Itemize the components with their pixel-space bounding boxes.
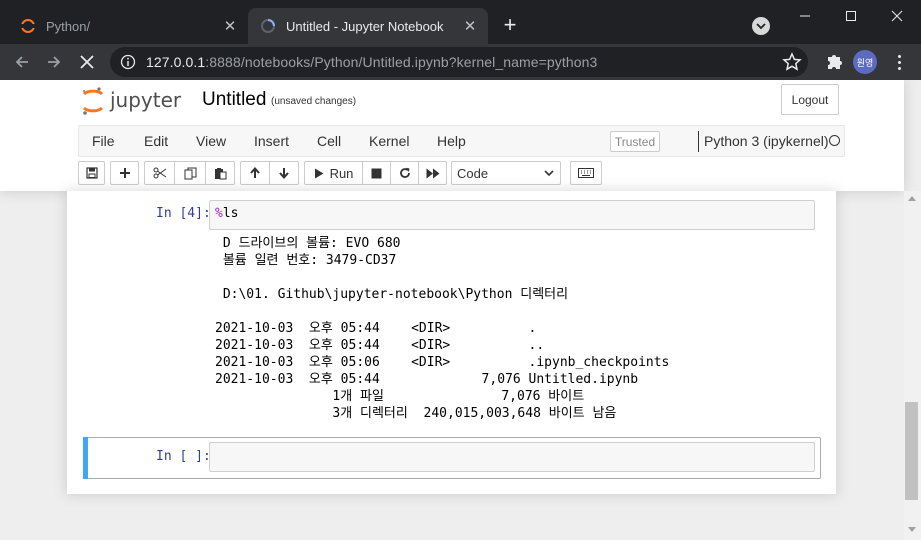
new-tab-icon[interactable]: + [498, 14, 522, 38]
menu-edit[interactable]: Edit [144, 133, 168, 149]
tab-search-icon[interactable] [752, 17, 770, 35]
notebook-title[interactable]: Untitled [202, 89, 266, 111]
profile-avatar[interactable]: 원영 [853, 50, 877, 74]
run-label: Run [329, 165, 354, 181]
tab-python-folder[interactable]: Python/ ✕ [8, 8, 248, 44]
logout-button[interactable]: Logout [781, 84, 839, 115]
code-line: %ls [215, 206, 238, 221]
cut-button[interactable] [145, 162, 175, 184]
cell-type-select[interactable]: Code [451, 161, 561, 185]
command-palette-button[interactable] [570, 161, 602, 185]
output-line: ​ [215, 303, 669, 320]
minimize-icon[interactable] [782, 4, 828, 28]
menu-view[interactable]: View [196, 133, 226, 149]
output-line: 2021-10-03 오후 05:44 7,076 Untitled.ipynb [215, 372, 639, 387]
cell-output: D 드라이브의 볼륨: EVO 680 볼륨 일련 번호: 3479-CD37​… [215, 235, 669, 422]
magic-prefix: % [215, 206, 223, 221]
stop-loading-icon[interactable] [75, 50, 99, 74]
back-icon[interactable] [10, 50, 34, 74]
save-status: (unsaved changes) [271, 96, 357, 107]
output-line: 3개 디렉터리 240,015,003,648 바이트 남음 [215, 406, 617, 421]
interrupt-button[interactable] [363, 162, 391, 184]
stop-icon [371, 168, 382, 178]
notebook-menubar: File Edit View Insert Cell Kernel Help T… [78, 125, 845, 157]
cell-prompt: In [ ]: [156, 449, 211, 464]
browser-tab-bar: Python/ ✕ Untitled - Jupyter Notebook ✕ … [0, 0, 921, 44]
menu-help[interactable]: Help [437, 133, 466, 149]
chevron-down-icon [544, 170, 554, 177]
menu-cell[interactable]: Cell [317, 133, 341, 149]
loading-spinner-icon [261, 19, 275, 33]
output-line: 1개 파일 7,076 바이트 [215, 389, 585, 404]
copy-icon [184, 167, 196, 179]
jupyter-logo-text: jupyter [109, 88, 182, 112]
move-down-button[interactable] [270, 162, 298, 184]
address-bar[interactable]: 127.0.0.1:8888/notebooks/Python/Untitled… [110, 47, 808, 77]
output-line: 볼륨 일련 번호: 3479-CD37 [215, 253, 397, 268]
arrow-up-icon [250, 167, 260, 178]
fast-forward-icon [426, 168, 439, 178]
tab-title: Python/ [46, 18, 91, 34]
scroll-up-icon[interactable] [907, 194, 917, 202]
code-input-area[interactable] [209, 200, 815, 230]
output-line: 2021-10-03 오후 05:06 <DIR> .ipynb_checkpo… [215, 355, 670, 370]
play-icon [314, 168, 324, 178]
paste-button[interactable] [206, 162, 234, 184]
cell-type-value: Code [457, 165, 489, 181]
arrow-down-icon [279, 168, 289, 179]
tab-title: Untitled - Jupyter Notebook [286, 18, 444, 34]
tab-close-icon[interactable]: ✕ [460, 16, 480, 36]
insert-cell-button[interactable] [110, 161, 139, 185]
menu-file[interactable]: File [92, 133, 115, 149]
code-input-area[interactable] [209, 442, 815, 472]
copy-button[interactable] [175, 162, 206, 184]
restart-run-all-button[interactable] [419, 162, 446, 184]
output-line: ​ [215, 269, 669, 286]
extensions-puzzle-icon[interactable] [824, 50, 846, 72]
trusted-indicator[interactable]: Trusted [610, 131, 660, 152]
code-text: ls [222, 206, 239, 221]
kernel-separator [698, 131, 699, 152]
output-line: D:\01. Github\jupyter-notebook\Python 디렉… [215, 287, 569, 302]
tab-close-icon[interactable]: ✕ [220, 16, 240, 36]
keyboard-icon [578, 168, 594, 178]
jupyter-favicon-icon [20, 19, 36, 33]
move-up-button[interactable] [241, 162, 270, 184]
clipboard-button-group [144, 161, 235, 185]
maximize-icon[interactable] [828, 4, 874, 28]
forward-icon[interactable] [42, 50, 66, 74]
menu-kernel[interactable]: Kernel [369, 133, 409, 149]
kernel-name[interactable]: Python 3 (ipykernel) [704, 133, 829, 149]
plus-icon [119, 168, 130, 178]
jupyter-logo-icon[interactable]: jupyter [80, 85, 190, 117]
tab-untitled-notebook[interactable]: Untitled - Jupyter Notebook ✕ [248, 8, 488, 44]
restart-button[interactable] [391, 162, 419, 184]
scroll-down-icon[interactable] [907, 526, 917, 534]
info-icon[interactable] [120, 54, 136, 70]
browser-toolbar: 127.0.0.1:8888/notebooks/Python/Untitled… [0, 44, 921, 80]
save-icon [85, 167, 98, 179]
selected-cell-indicator [83, 437, 88, 479]
browser-menu-icon[interactable] [889, 51, 909, 73]
paste-icon [214, 167, 226, 179]
scissors-icon [153, 167, 166, 179]
output-line: D 드라이브의 볼륨: EVO 680 [215, 236, 401, 251]
menu-insert[interactable]: Insert [254, 133, 289, 149]
bookmark-star-icon[interactable] [782, 52, 802, 72]
run-button-group: Run [304, 161, 447, 185]
url-text: 127.0.0.1:8888/notebooks/Python/Untitled… [146, 54, 598, 70]
jupyter-header: jupyter Untitled (unsaved changes) Logou… [0, 80, 904, 191]
refresh-icon [399, 167, 410, 178]
cell-prompt: In [4]: [156, 206, 211, 221]
run-button[interactable]: Run [305, 162, 363, 184]
move-button-group [240, 161, 299, 185]
kernel-idle-indicator-icon [829, 135, 840, 146]
page-viewport: jupyter Untitled (unsaved changes) Logou… [0, 80, 921, 540]
window-close-icon[interactable] [874, 4, 920, 28]
save-button[interactable] [78, 161, 105, 185]
output-line: 2021-10-03 오후 05:44 <DIR> . [215, 321, 537, 336]
scrollbar-thumb[interactable] [905, 402, 918, 500]
output-line: 2021-10-03 오후 05:44 <DIR> .. [215, 338, 545, 353]
